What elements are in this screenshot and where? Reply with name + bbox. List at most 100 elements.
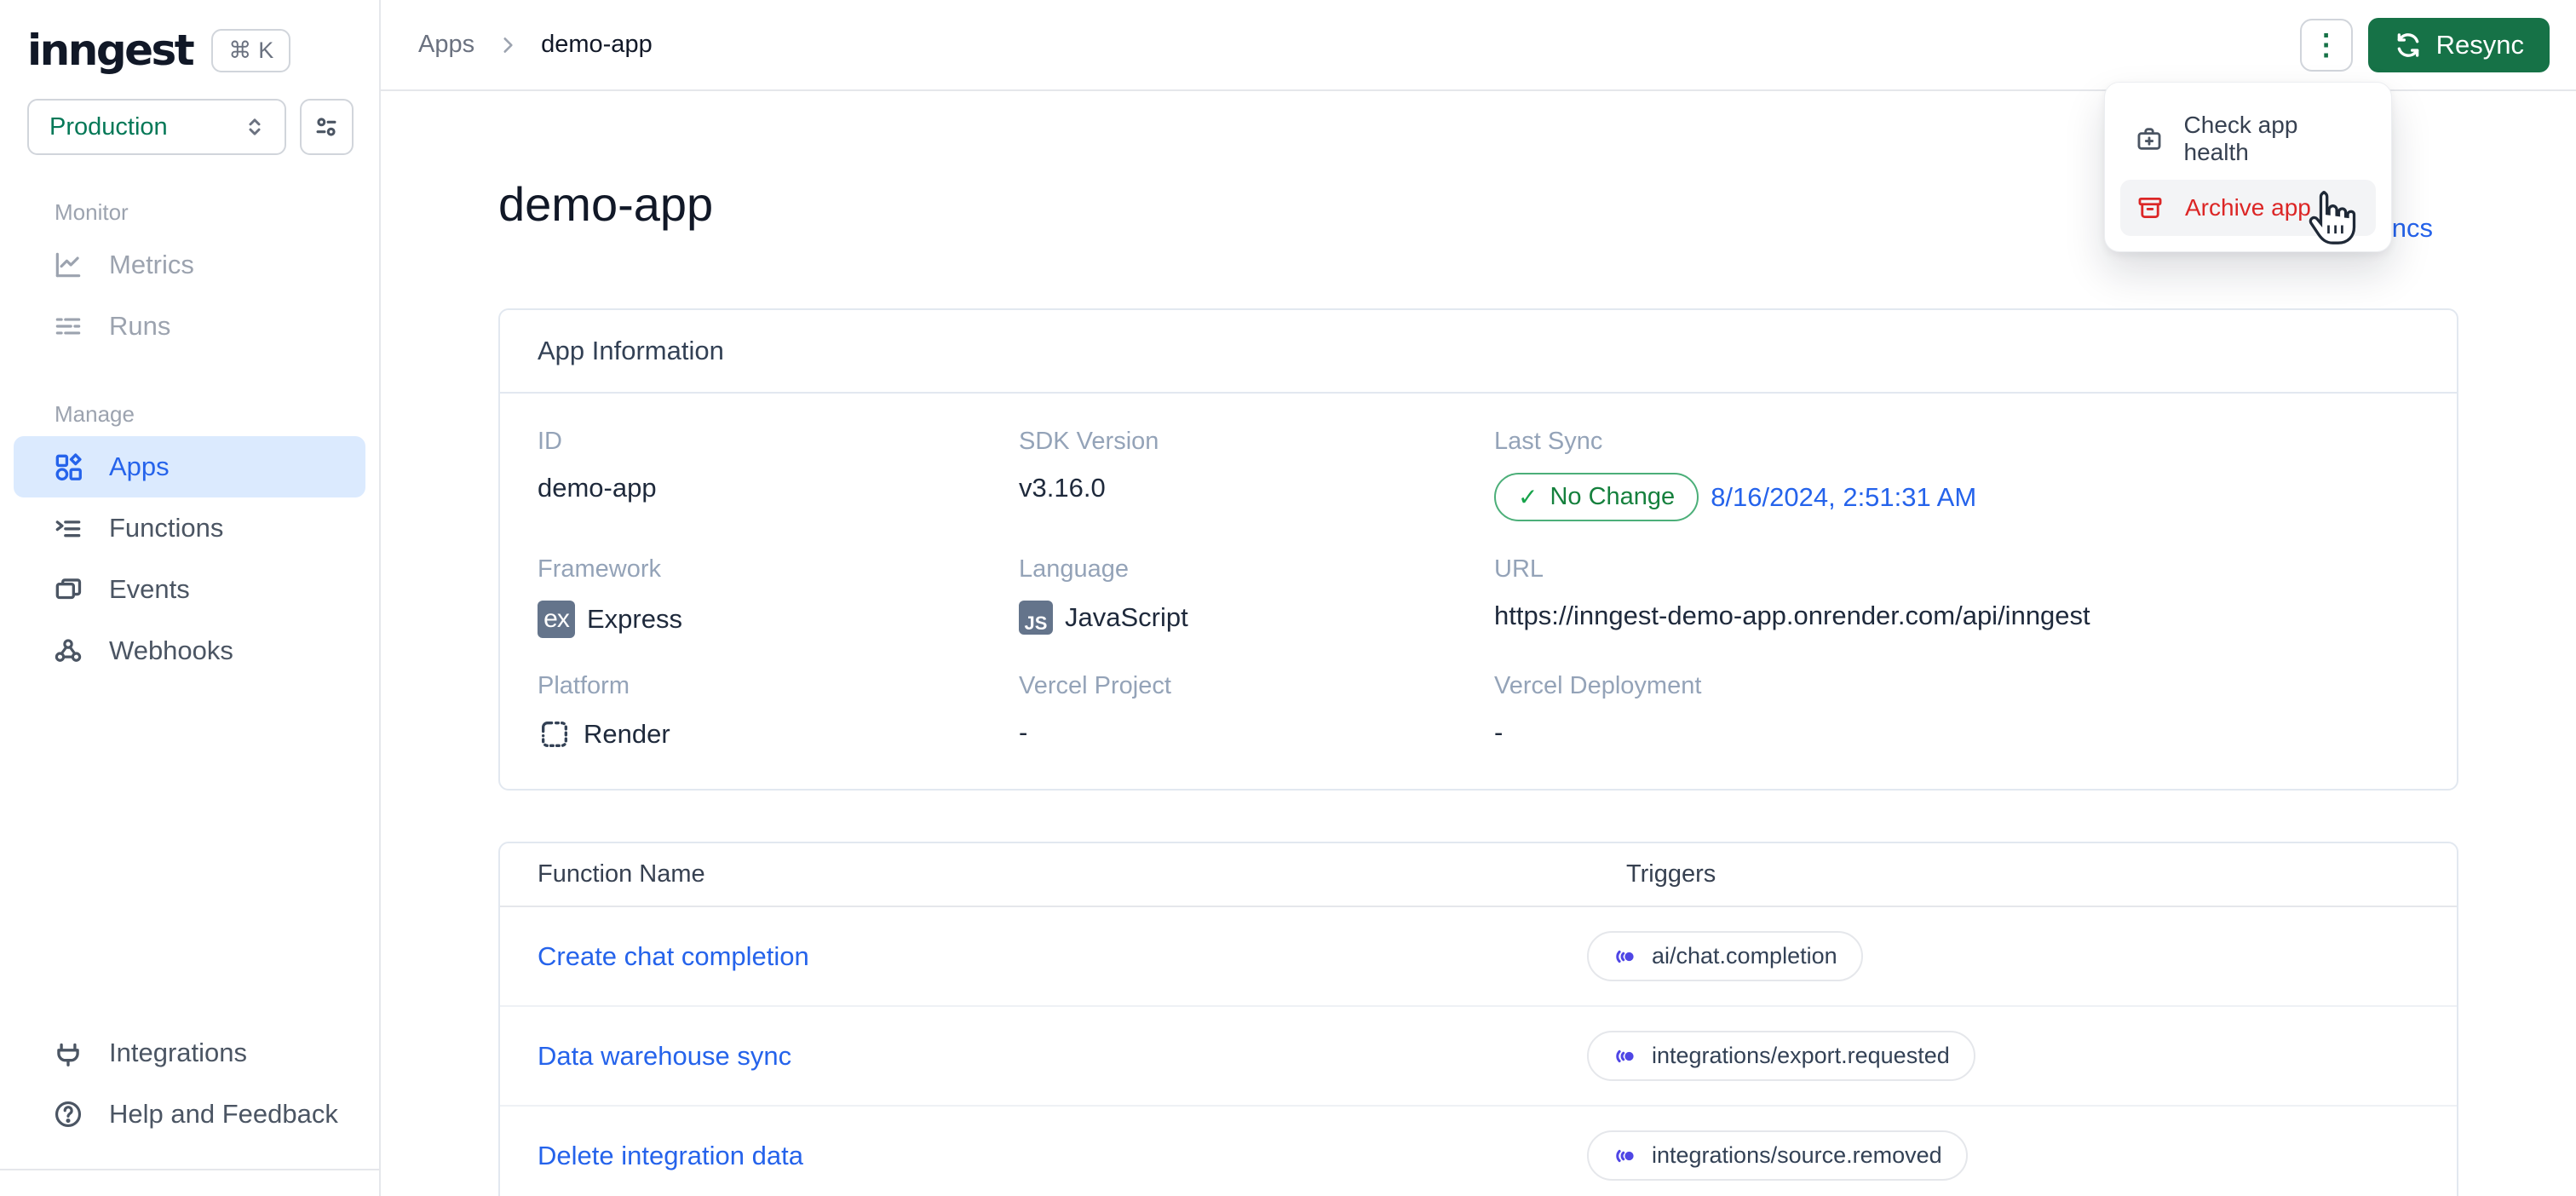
events-icon xyxy=(51,573,85,606)
column-header-triggers: Triggers xyxy=(1626,860,1716,888)
sidebar-item-apps[interactable]: Apps xyxy=(14,436,365,497)
sidebar-item-label: Integrations xyxy=(109,1038,247,1067)
sidebar-item-help[interactable]: Help and Feedback xyxy=(14,1084,365,1145)
resync-button[interactable]: Resync xyxy=(2367,17,2550,72)
breadcrumb-chevron-icon xyxy=(497,34,519,56)
command-k-shortcut[interactable]: ⌘ K xyxy=(211,28,291,72)
info-value: demo-app xyxy=(538,473,657,503)
sidebar-nav: Monitor Metrics Runs Manage Apps Functio… xyxy=(0,155,379,681)
info-field-sdk-version: SDK Version v3.16.0 xyxy=(1019,428,1494,521)
inngest-logo: inngest xyxy=(27,26,195,75)
function-link[interactable]: Delete integration data xyxy=(538,1141,1587,1171)
sidebar-item-label: Help and Feedback xyxy=(109,1099,338,1129)
breadcrumb-current: demo-app xyxy=(541,31,653,58)
sidebar-item-label: Webhooks xyxy=(109,635,233,665)
functions-table-header: Function Name Triggers xyxy=(500,843,2457,907)
event-trigger-icon xyxy=(1616,1149,1634,1162)
apps-icon xyxy=(51,451,85,483)
info-field-vercel-project: Vercel Project - xyxy=(1019,672,1494,751)
environment-filter-button[interactable] xyxy=(299,99,354,155)
table-row: Data warehouse sync integrations/export.… xyxy=(500,1007,2457,1107)
info-label: Last Sync xyxy=(1494,428,1603,455)
breadcrumb: Apps demo-app xyxy=(418,31,653,59)
sidebar: inngest ⌘ K Production Monitor Metrics R… xyxy=(0,0,381,1196)
app-information-title: App Information xyxy=(500,310,2457,394)
last-sync-timestamp-link[interactable]: 8/16/2024, 2:51:31 AM xyxy=(1711,482,1976,513)
topbar-actions: ⋮ Resync xyxy=(2299,17,2550,72)
javascript-icon: JS xyxy=(1019,601,1053,635)
info-value: v3.16.0 xyxy=(1019,473,1106,503)
info-field-platform: Platform Render xyxy=(538,672,1019,751)
breadcrumb-apps-link[interactable]: Apps xyxy=(418,31,474,59)
trigger-pill: integrations/export.requested xyxy=(1587,1031,1975,1081)
environment-value: Production xyxy=(49,112,168,141)
menu-item-check-app-health[interactable]: Check app health xyxy=(2120,98,2376,180)
trigger-pill: ai/chat.completion xyxy=(1587,931,1863,981)
status-badge-label: No Change xyxy=(1550,483,1676,510)
menu-item-archive-app[interactable]: Archive app xyxy=(2120,180,2376,236)
table-row: Delete integration data integrations/sou… xyxy=(500,1107,2457,1196)
info-value: Render xyxy=(584,719,670,749)
info-label: SDK Version xyxy=(1019,428,1159,455)
info-field-language: Language JS JavaScript xyxy=(1019,555,1494,638)
functions-icon xyxy=(51,512,85,544)
info-field-last-sync: Last Sync ✓ No Change 8/16/2024, 2:51:31… xyxy=(1494,428,2419,521)
info-label: Language xyxy=(1019,555,1130,583)
main-content: demo-app See all syncs App Information I… xyxy=(381,91,2576,1196)
sidebar-item-label: Runs xyxy=(109,311,171,341)
event-trigger-icon xyxy=(1616,950,1634,963)
section-label-manage: Manage xyxy=(55,401,135,427)
section-label-monitor: Monitor xyxy=(55,199,129,225)
sidebar-item-label: Metrics xyxy=(109,250,194,279)
shortcut-key-label: K xyxy=(258,37,274,63)
info-field-vercel-deployment: Vercel Deployment - xyxy=(1494,672,2419,751)
sidebar-footer: Integrations Help and Feedback xyxy=(0,1022,379,1196)
app-information-grid: ID demo-app SDK Version v3.16.0 Last Syn… xyxy=(500,394,2457,789)
metrics-icon xyxy=(51,249,85,281)
help-icon xyxy=(51,1098,85,1130)
runs-icon xyxy=(51,310,85,342)
trigger-name: ai/chat.completion xyxy=(1652,943,1837,969)
command-icon: ⌘ xyxy=(228,37,252,63)
no-change-status-badge: ✓ No Change xyxy=(1494,473,1699,521)
info-value: Express xyxy=(587,604,682,634)
sidebar-item-runs[interactable]: Runs xyxy=(14,296,365,357)
kebab-icon: ⋮ xyxy=(2311,28,2341,61)
info-value: - xyxy=(1494,717,1504,747)
app-information-card: App Information ID demo-app SDK Version … xyxy=(498,308,2458,791)
trigger-pill: integrations/source.removed xyxy=(1587,1130,1968,1181)
menu-item-label: Archive app xyxy=(2185,194,2311,221)
sidebar-item-webhooks[interactable]: Webhooks xyxy=(14,620,365,681)
refresh-icon xyxy=(2394,31,2423,60)
app-actions-dropdown: Check app health Archive app xyxy=(2104,82,2392,252)
info-field-id: ID demo-app xyxy=(538,428,1019,521)
info-label: URL xyxy=(1494,555,1544,583)
environment-row: Production xyxy=(0,87,379,155)
environment-select[interactable]: Production xyxy=(27,99,286,155)
column-header-function-name: Function Name xyxy=(538,860,705,888)
sidebar-item-functions[interactable]: Functions xyxy=(14,497,365,559)
sliders-icon xyxy=(312,112,341,141)
health-kit-icon xyxy=(2134,124,2165,153)
info-label: Platform xyxy=(538,672,630,699)
trigger-name: integrations/export.requested xyxy=(1652,1043,1950,1068)
event-trigger-icon xyxy=(1616,1049,1634,1062)
table-row: Create chat completion ai/chat.completio… xyxy=(500,907,2457,1007)
sidebar-item-events[interactable]: Events xyxy=(14,559,365,620)
info-field-url: URL https://inngest-demo-app.onrender.co… xyxy=(1494,555,2419,638)
resync-label: Resync xyxy=(2435,29,2524,60)
function-link[interactable]: Data warehouse sync xyxy=(538,1041,1587,1072)
webhooks-icon xyxy=(51,635,85,667)
trigger-name: integrations/source.removed xyxy=(1652,1142,1942,1168)
app-actions-menu-button[interactable]: ⋮ xyxy=(2299,18,2353,72)
function-link[interactable]: Create chat completion xyxy=(538,941,1587,972)
app-url-value: https://inngest-demo-app.onrender.com/ap… xyxy=(1494,601,2090,630)
sidebar-item-integrations[interactable]: Integrations xyxy=(14,1022,365,1084)
inngest-app-window: inngest ⌘ K Production Monitor Metrics R… xyxy=(0,0,2576,1196)
logo-row: inngest ⌘ K xyxy=(0,0,379,87)
info-label: ID xyxy=(538,428,562,455)
info-label: Vercel Project xyxy=(1019,672,1171,699)
archive-icon xyxy=(2134,193,2166,222)
sidebar-item-metrics[interactable]: Metrics xyxy=(14,234,365,296)
info-label: Vercel Deployment xyxy=(1494,672,1702,699)
